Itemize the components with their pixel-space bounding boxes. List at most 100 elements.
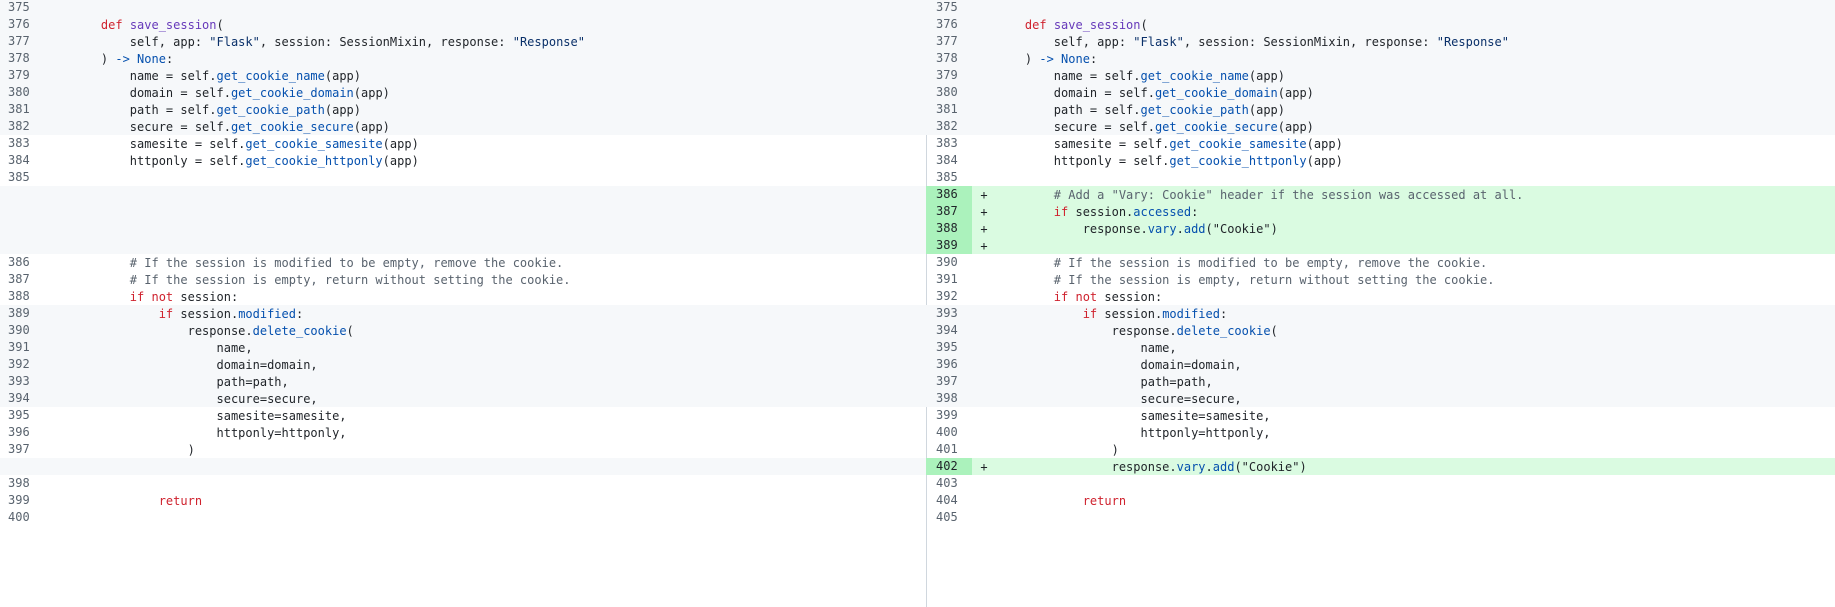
code-token: (app) [1306,136,1343,151]
code-token: def [1024,17,1054,32]
line-number[interactable]: 392 [0,356,48,373]
code-token: ("Cookie") [1234,459,1307,474]
diff-pane-modified: 375 376 def save_session(377 self, app: "… [926,0,1835,607]
line-number[interactable]: 379 [0,67,48,84]
line-number[interactable]: 383 [926,135,972,152]
line-number[interactable]: 397 [0,441,48,458]
line-number[interactable]: 389 [926,237,972,254]
line-number[interactable]: 378 [0,50,48,67]
line-number[interactable]: 379 [926,67,972,84]
code-token: samesite = self. [996,136,1170,151]
line-number[interactable]: 386 [926,186,972,203]
line-number[interactable]: 394 [926,322,972,339]
code-text: self, app: "Flask", session: SessionMixi… [72,35,926,49]
diff-line: 376 def save_session( [0,16,926,33]
line-number[interactable]: 396 [0,424,48,441]
line-number[interactable]: 377 [926,33,972,50]
line-number[interactable]: 378 [926,50,972,67]
line-number[interactable]: 381 [926,101,972,118]
line-number[interactable]: 391 [926,271,972,288]
code-text: return [996,494,1835,508]
line-number[interactable]: 392 [926,288,972,305]
line-number[interactable]: 383 [0,135,48,152]
line-number[interactable]: 393 [0,373,48,390]
line-number[interactable]: 385 [926,169,972,186]
line-number[interactable]: 375 [926,0,972,16]
line-number[interactable]: 398 [0,475,48,492]
line-number[interactable]: 375 [0,0,48,16]
line-number[interactable]: 387 [0,271,48,288]
code-token: session. [1075,204,1134,219]
code-token: : [1089,51,1098,66]
line-number[interactable]: 402 [926,458,972,475]
line-number[interactable]: 398 [926,390,972,407]
line-number[interactable]: 390 [926,254,972,271]
code-token: httponly = self. [72,153,246,168]
code-token: samesite=samesite, [996,408,1271,423]
line-number[interactable]: 380 [0,84,48,101]
line-number[interactable]: 401 [926,441,972,458]
line-number[interactable]: 393 [926,305,972,322]
code-token: # If the session is modified to be empty… [72,255,564,270]
line-number[interactable]: 399 [0,492,48,509]
code-text: secure=secure, [996,392,1835,406]
line-number[interactable]: 384 [926,152,972,169]
code-token: secure = self. [996,119,1155,134]
line-number[interactable]: 400 [926,424,972,441]
diff-line: 403 [926,475,1835,492]
line-number[interactable]: 386 [0,254,48,271]
line-number[interactable]: 404 [926,492,972,509]
line-number[interactable]: 376 [926,16,972,33]
line-number[interactable]: 395 [926,339,972,356]
code-token: get_cookie_httponly [1169,153,1307,168]
line-number[interactable]: 388 [0,288,48,305]
code-token: , session: SessionMixin, response: [259,34,513,49]
line-number[interactable]: 388 [926,220,972,237]
diff-line: 378 ) -> None: [0,50,926,67]
code-text: # If the session is empty, return withou… [72,273,926,287]
line-number[interactable]: 400 [0,509,48,526]
code-token: if not [129,289,181,304]
code-token: vary [1176,459,1206,474]
diff-marker: + [980,204,988,219]
code-text: samesite = self.get_cookie_samesite(app) [996,137,1835,151]
line-number[interactable]: 395 [0,407,48,424]
diff-line: 386 # If the session is modified to be e… [0,254,926,271]
diff-line: 393 if session.modified: [926,305,1835,322]
line-number[interactable]: 376 [0,16,48,33]
diff-line: 380 domain = self.get_cookie_domain(app) [926,84,1835,101]
line-number[interactable]: 394 [0,390,48,407]
line-number[interactable]: 382 [0,118,48,135]
line-number[interactable]: 390 [0,322,48,339]
line-number[interactable]: 380 [926,84,972,101]
code-token: # Add a "Vary: Cookie" header if the ses… [996,187,1524,202]
line-number[interactable]: 385 [0,169,48,186]
code-token: response. [996,221,1148,236]
code-text: ) [996,443,1835,457]
line-number[interactable]: 405 [926,509,972,526]
line-number[interactable]: 381 [0,101,48,118]
line-number[interactable]: 396 [926,356,972,373]
diff-line: 382 secure = self.get_cookie_secure(app) [926,118,1835,135]
code-text: httponly=httponly, [996,426,1835,440]
line-number[interactable]: 399 [926,407,972,424]
diff-line: 390 response.delete_cookie( [0,322,926,339]
line-number[interactable]: 403 [926,475,972,492]
diff-added-line: 387 + if session.accessed: [926,203,1835,220]
code-text: secure=secure, [72,392,926,406]
code-token: save_session [129,17,217,32]
line-number[interactable]: 391 [0,339,48,356]
code-token: name = self. [72,68,217,83]
code-token: get_cookie_path [216,102,325,117]
line-number[interactable]: 387 [926,203,972,220]
line-number[interactable]: 377 [0,33,48,50]
line-number[interactable]: 389 [0,305,48,322]
code-text: samesite = self.get_cookie_samesite(app) [72,137,926,151]
line-number[interactable]: 397 [926,373,972,390]
line-number[interactable]: 382 [926,118,972,135]
line-number[interactable]: 384 [0,152,48,169]
code-token: # If the session is modified to be empty… [996,255,1488,270]
code-text: name, [72,341,926,355]
